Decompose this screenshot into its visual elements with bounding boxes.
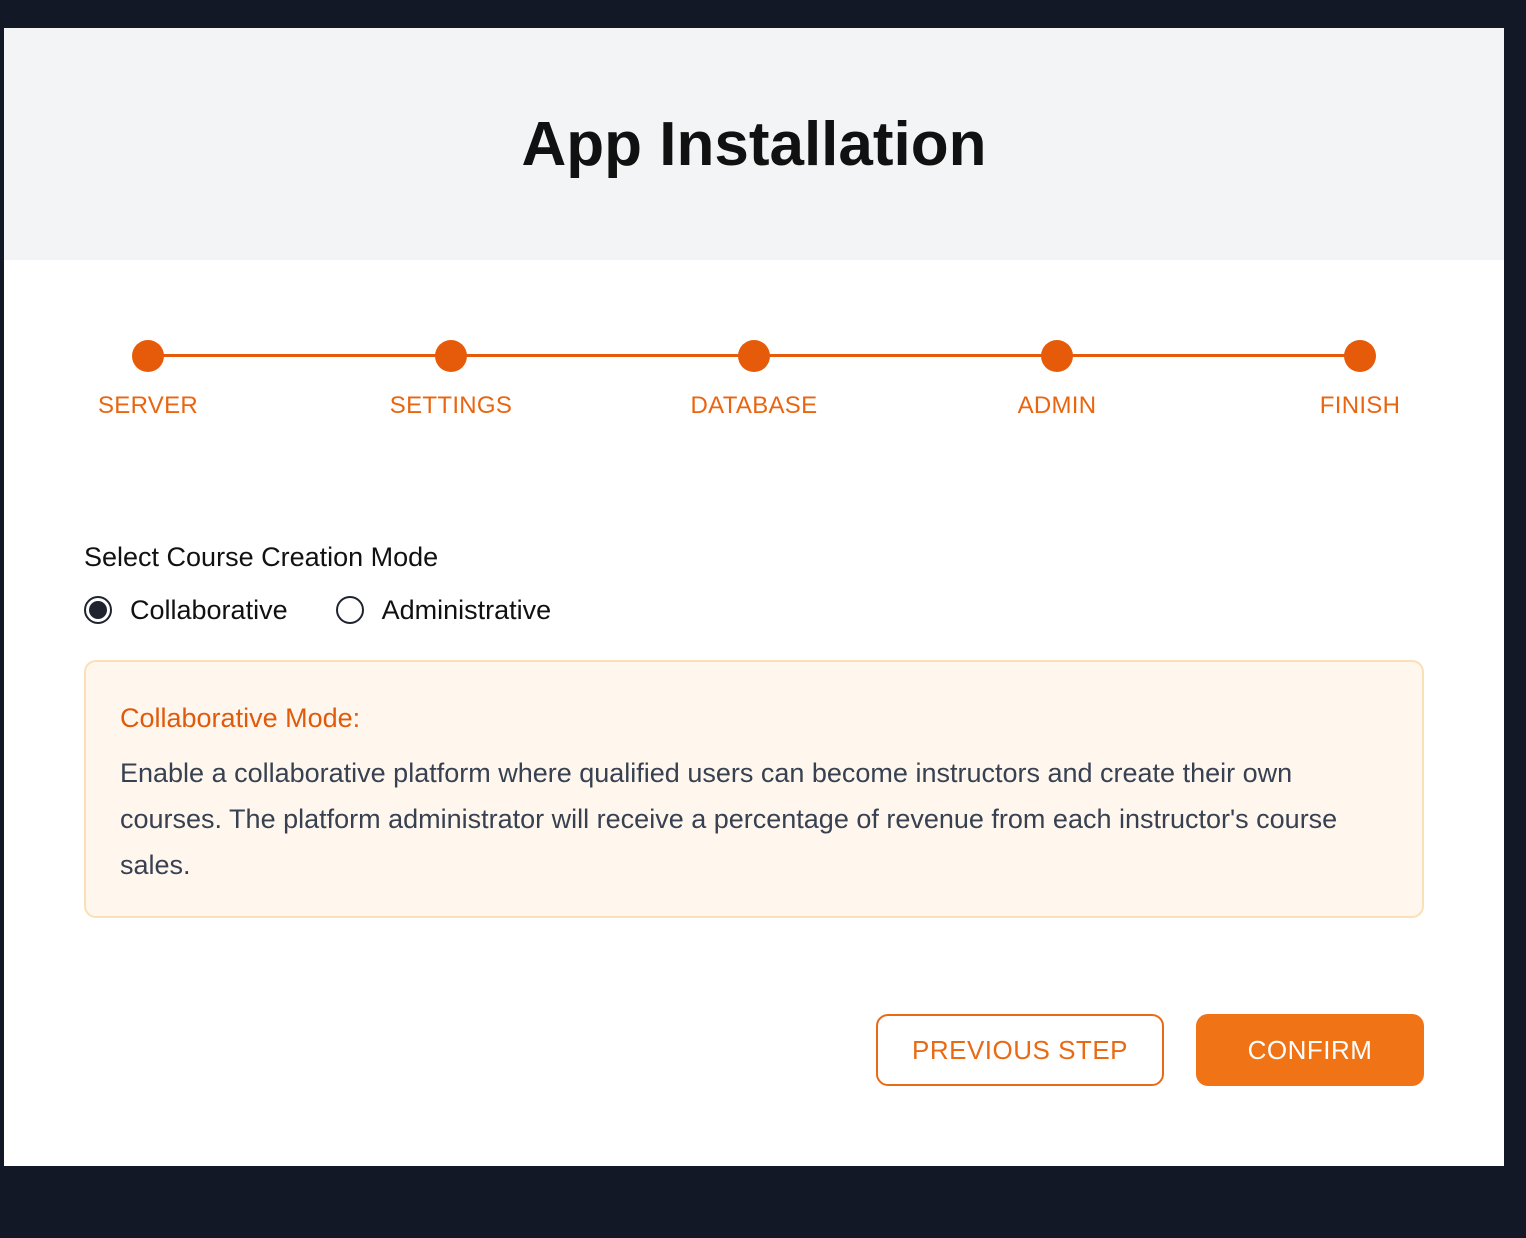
step-label: DATABASE — [690, 392, 818, 419]
course-mode-form: Select Course Creation Mode Collaborativ… — [84, 538, 1424, 628]
step-admin: ADMIN — [957, 340, 1157, 420]
mode-info-box: Collaborative Mode: Enable a collaborati… — [84, 660, 1424, 918]
step-dot — [1041, 340, 1073, 372]
step-dot — [738, 340, 770, 372]
course-mode-radio-group: Collaborative Administrative — [84, 592, 1424, 628]
action-buttons: PREVIOUS STEP CONFIRM — [876, 1014, 1424, 1086]
step-finish: FINISH — [1260, 340, 1460, 420]
step-label: ADMIN — [1017, 392, 1097, 419]
installation-panel: App Installation SERVER SETTINGS DATABAS… — [4, 28, 1504, 1166]
progress-stepper: SERVER SETTINGS DATABASE ADMIN FINISH — [4, 28, 1504, 448]
radio-administrative[interactable]: Administrative — [335, 595, 552, 626]
radio-administrative-circle[interactable] — [335, 596, 364, 624]
step-dot — [1344, 340, 1376, 372]
mode-info-description: Enable a collaborative platform where qu… — [120, 758, 1338, 880]
step-dot — [132, 340, 164, 372]
step-database: DATABASE — [654, 340, 854, 420]
step-server: SERVER — [48, 340, 248, 420]
step-label: SERVER — [97, 392, 199, 419]
radio-collaborative-circle[interactable] — [84, 596, 112, 624]
step-dot — [435, 340, 467, 372]
course-mode-label: Select Course Creation Mode — [84, 542, 439, 572]
step-label: SETTINGS — [389, 392, 513, 419]
mode-info-title: Collaborative Mode: — [120, 703, 361, 733]
step-label: FINISH — [1319, 392, 1401, 419]
radio-administrative-label[interactable]: Administrative — [382, 595, 552, 626]
step-settings: SETTINGS — [351, 340, 551, 420]
previous-step-button[interactable]: PREVIOUS STEP — [876, 1014, 1164, 1086]
radio-collaborative-label[interactable]: Collaborative — [130, 595, 288, 626]
radio-collaborative[interactable]: Collaborative — [84, 595, 288, 626]
confirm-button[interactable]: CONFIRM — [1196, 1014, 1424, 1086]
